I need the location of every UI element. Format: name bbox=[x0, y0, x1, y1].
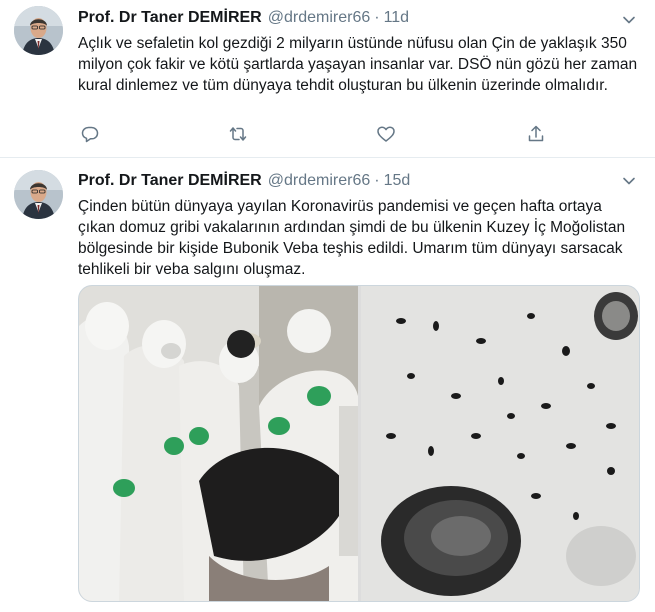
avatar[interactable] bbox=[14, 170, 63, 219]
tweet-media bbox=[78, 285, 640, 602]
tweet-text: Çinden bütün dünyaya yayılan Koronavirüs… bbox=[78, 198, 626, 278]
share-icon[interactable] bbox=[526, 124, 546, 144]
tweet[interactable]: Prof. Dr Taner DEMİRER @drdemirer66 · 15… bbox=[0, 158, 655, 612]
photo-microscope-bacteria[interactable] bbox=[361, 286, 640, 602]
chevron-down-icon[interactable] bbox=[621, 173, 637, 189]
tweet-header: Prof. Dr Taner DEMİRER @drdemirer66 · 11… bbox=[78, 9, 641, 27]
avatar[interactable] bbox=[14, 6, 63, 55]
author-name[interactable]: Prof. Dr Taner DEMİRER bbox=[78, 172, 262, 190]
tweet-text: Açlık ve sefaletin kol gezdiği 2 milyarı… bbox=[78, 35, 638, 94]
author-handle[interactable]: @drdemirer66 bbox=[268, 172, 371, 190]
reply-icon[interactable] bbox=[80, 124, 100, 144]
author-name[interactable]: Prof. Dr Taner DEMİRER bbox=[78, 9, 262, 27]
chevron-down-icon[interactable] bbox=[621, 12, 637, 28]
author-handle[interactable]: @drdemirer66 bbox=[268, 9, 371, 27]
tweet[interactable]: Prof. Dr Taner DEMİRER @drdemirer66 · 11… bbox=[0, 0, 655, 158]
separator: · bbox=[374, 9, 380, 26]
tweet-actions bbox=[78, 124, 548, 146]
photo-protective-suits[interactable] bbox=[79, 286, 358, 602]
like-icon[interactable] bbox=[376, 124, 396, 144]
retweet-icon[interactable] bbox=[228, 124, 248, 144]
separator: · bbox=[374, 172, 380, 189]
timestamp[interactable]: 15d bbox=[384, 172, 411, 190]
tweet-header: Prof. Dr Taner DEMİRER @drdemirer66 · 15… bbox=[78, 172, 641, 190]
timestamp[interactable]: 11d bbox=[384, 9, 410, 27]
